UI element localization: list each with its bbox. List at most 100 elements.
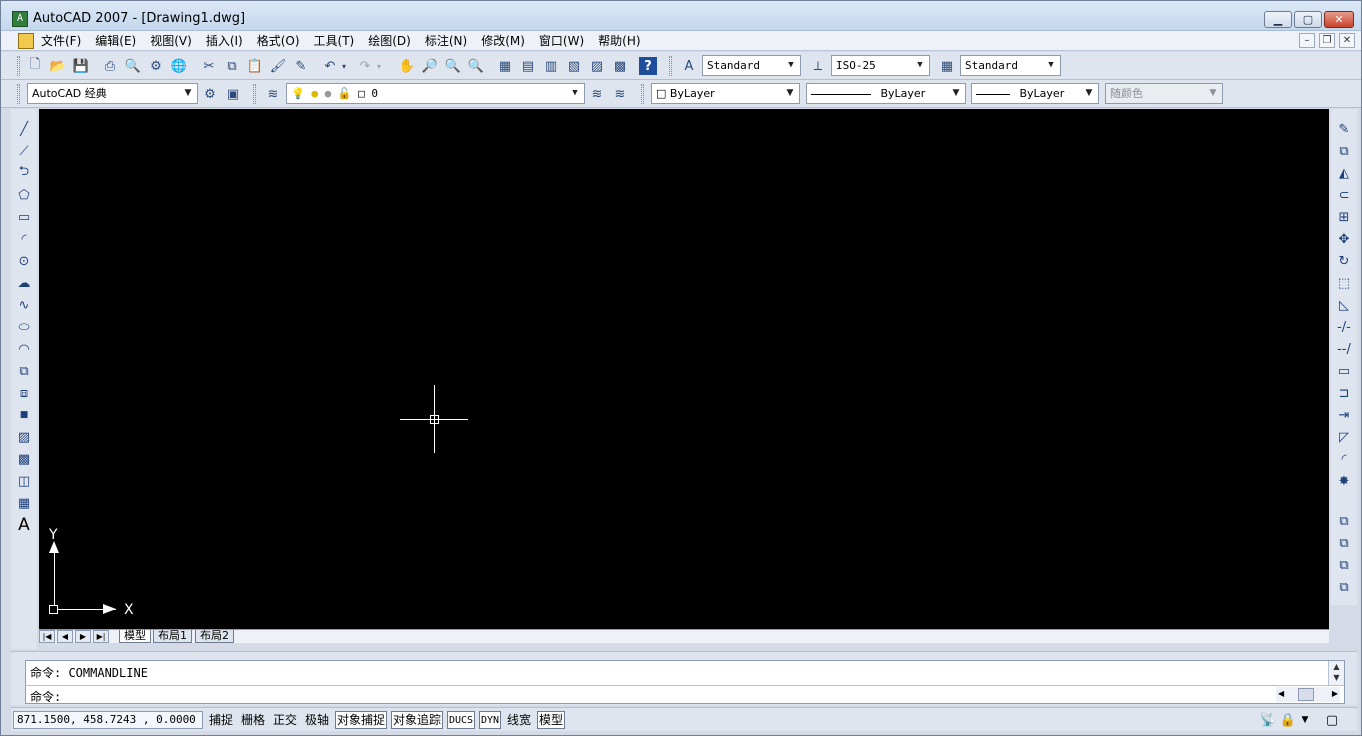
menu-draw[interactable]: 绘图(D) <box>368 33 418 49</box>
menu-view[interactable]: 视图(V) <box>150 33 199 49</box>
region-icon[interactable]: ◫ <box>14 471 34 491</box>
next-tab-button[interactable]: ▶ <box>75 630 91 643</box>
dimension-style-select[interactable]: ISO-25 ▼ <box>831 55 930 76</box>
mirror-icon[interactable]: ◭ <box>1334 163 1354 183</box>
polar-toggle[interactable]: 极轴 <box>303 711 331 729</box>
first-tab-button[interactable]: |◀ <box>39 630 55 643</box>
toolbar-grip[interactable] <box>253 84 256 104</box>
polygon-icon[interactable]: ⬠ <box>14 185 34 205</box>
help-icon[interactable]: ? <box>639 57 657 75</box>
tab-layout1[interactable]: 布局1 <box>153 630 192 643</box>
hatch-icon[interactable]: ▨ <box>14 427 34 447</box>
communication-center-icon[interactable]: 📡 <box>1259 710 1277 730</box>
redo-icon[interactable]: ↷ <box>355 56 375 76</box>
quickcalc-icon[interactable]: ▩ <box>610 56 630 76</box>
undo-icon[interactable]: ↶ <box>320 56 340 76</box>
ducs-toggle[interactable]: DUCS <box>447 711 476 729</box>
draw-order-front-icon[interactable]: ⧉ <box>1334 511 1354 531</box>
stretch-icon[interactable]: ◺ <box>1334 295 1354 315</box>
table-style-select[interactable]: Standard ▼ <box>960 55 1061 76</box>
fillet-icon[interactable]: ◜ <box>1334 449 1354 469</box>
copy-icon[interactable]: ⧉ <box>222 56 242 76</box>
copy-object-icon[interactable]: ⧉ <box>1334 141 1354 161</box>
redo-dropdown-icon[interactable]: ▾ <box>373 56 385 76</box>
ellipse-icon[interactable]: ⬭ <box>14 317 34 337</box>
title-bar[interactable]: A AutoCAD 2007 - [Drawing1.dwg] ▁ ▢ ✕ <box>1 1 1361 31</box>
close-button[interactable]: ✕ <box>1324 11 1354 28</box>
break-icon[interactable]: ⊐ <box>1334 383 1354 403</box>
toolbar-grip[interactable] <box>669 56 672 76</box>
undo-dropdown-icon[interactable]: ▾ <box>338 56 350 76</box>
grid-toggle[interactable]: 栅格 <box>239 711 267 729</box>
cut-icon[interactable]: ✂ <box>199 56 219 76</box>
multiline-text-icon[interactable]: A <box>14 515 34 535</box>
make-block-icon[interactable]: ⧈ <box>14 383 34 403</box>
move-icon[interactable]: ✥ <box>1334 229 1354 249</box>
line-icon[interactable]: ╱ <box>14 119 34 139</box>
layer-previous-icon[interactable]: ≋ <box>610 84 630 104</box>
extend-icon[interactable]: --/ <box>1334 339 1354 359</box>
sheet-set-manager-icon[interactable]: ▧ <box>564 56 584 76</box>
save-workspace-icon[interactable]: ▣ <box>223 84 243 104</box>
linetype-select[interactable]: ByLayer ▼ <box>806 83 966 104</box>
insert-block-icon[interactable]: ⧉ <box>14 361 34 381</box>
workspace-select[interactable]: AutoCAD 经典 ▼ <box>27 83 198 104</box>
block-editor-icon[interactable]: ✎ <box>291 56 311 76</box>
dimension-style-icon[interactable]: ⟂ <box>808 56 828 76</box>
draw-order-under-icon[interactable]: ⧉ <box>1334 577 1354 597</box>
menu-format[interactable]: 格式(O) <box>257 33 307 49</box>
scroll-left-icon[interactable]: ◀ <box>1278 689 1284 698</box>
drawing-canvas[interactable]: Y X <box>39 109 1329 629</box>
explode-icon[interactable]: ✸ <box>1334 471 1354 491</box>
doc-close-button[interactable]: ✕ <box>1339 33 1355 48</box>
match-properties-icon[interactable]: 🖌 <box>268 56 288 76</box>
command-scrollbar[interactable]: ▲ ▼ <box>1328 661 1344 685</box>
scroll-right-icon[interactable]: ▶ <box>1332 689 1338 698</box>
coordinate-display[interactable]: 871.1500, 458.7243 , 0.0000 <box>13 711 203 729</box>
menu-help[interactable]: 帮助(H) <box>598 33 647 49</box>
status-menu-chevron-down-icon[interactable]: ▼ <box>1299 710 1311 730</box>
zoom-realtime-icon[interactable]: 🔎 <box>420 56 440 76</box>
prev-tab-button[interactable]: ◀ <box>57 630 73 643</box>
offset-icon[interactable]: ⊂ <box>1334 185 1354 205</box>
ellipse-arc-icon[interactable]: ◠ <box>14 339 34 359</box>
construction-line-icon[interactable]: ⟋ <box>14 141 34 161</box>
array-icon[interactable]: ⊞ <box>1334 207 1354 227</box>
ortho-toggle[interactable]: 正交 <box>271 711 299 729</box>
paste-icon[interactable]: 📋 <box>245 56 265 76</box>
layer-manager-icon[interactable]: ≋ <box>263 84 283 104</box>
toolbar-grip[interactable] <box>641 84 644 104</box>
autocad-app-icon[interactable]: A <box>12 11 28 27</box>
publish-icon[interactable]: ⚙ <box>146 56 166 76</box>
make-object-layer-current-icon[interactable]: ≋ <box>587 84 607 104</box>
print-preview-icon[interactable]: 🔍 <box>123 56 143 76</box>
zoom-previous-icon[interactable]: 🔍 <box>466 56 486 76</box>
text-style-icon[interactable]: A <box>679 56 699 76</box>
doc-minimize-button[interactable]: – <box>1299 33 1315 48</box>
rotate-icon[interactable]: ↻ <box>1334 251 1354 271</box>
table-style-icon[interactable]: ▦ <box>937 56 957 76</box>
gradient-icon[interactable]: ▩ <box>14 449 34 469</box>
tab-layout2[interactable]: 布局2 <box>195 630 234 643</box>
scroll-thumb[interactable] <box>1298 688 1314 701</box>
menu-file[interactable]: 文件(F) <box>41 33 88 49</box>
layer-select[interactable]: 💡 ● ● 🔓 □ 0 ▼ <box>286 83 585 104</box>
menu-tools[interactable]: 工具(T) <box>314 33 362 49</box>
open-file-icon[interactable]: 📂 <box>48 56 68 76</box>
command-prompt[interactable]: 命令: <box>30 688 61 705</box>
print-icon[interactable]: ⎙ <box>100 56 120 76</box>
document-icon[interactable] <box>18 33 34 49</box>
trim-icon[interactable]: -/- <box>1334 317 1354 337</box>
design-center-icon[interactable]: ▤ <box>518 56 538 76</box>
toolbar-grip[interactable] <box>17 84 20 104</box>
draw-order-back-icon[interactable]: ⧉ <box>1334 533 1354 553</box>
maximize-button[interactable]: ▢ <box>1294 11 1322 28</box>
break-at-point-icon[interactable]: ▭ <box>1334 361 1354 381</box>
model-toggle[interactable]: 模型 <box>537 711 566 729</box>
polyline-icon[interactable]: ⮌ <box>14 163 34 183</box>
save-icon[interactable]: 💾 <box>71 56 91 76</box>
tool-palettes-icon[interactable]: ▥ <box>541 56 561 76</box>
erase-icon[interactable]: ✎ <box>1334 119 1354 139</box>
text-style-select[interactable]: Standard ▼ <box>702 55 801 76</box>
clean-screen-icon[interactable]: ▢ <box>1323 710 1341 730</box>
